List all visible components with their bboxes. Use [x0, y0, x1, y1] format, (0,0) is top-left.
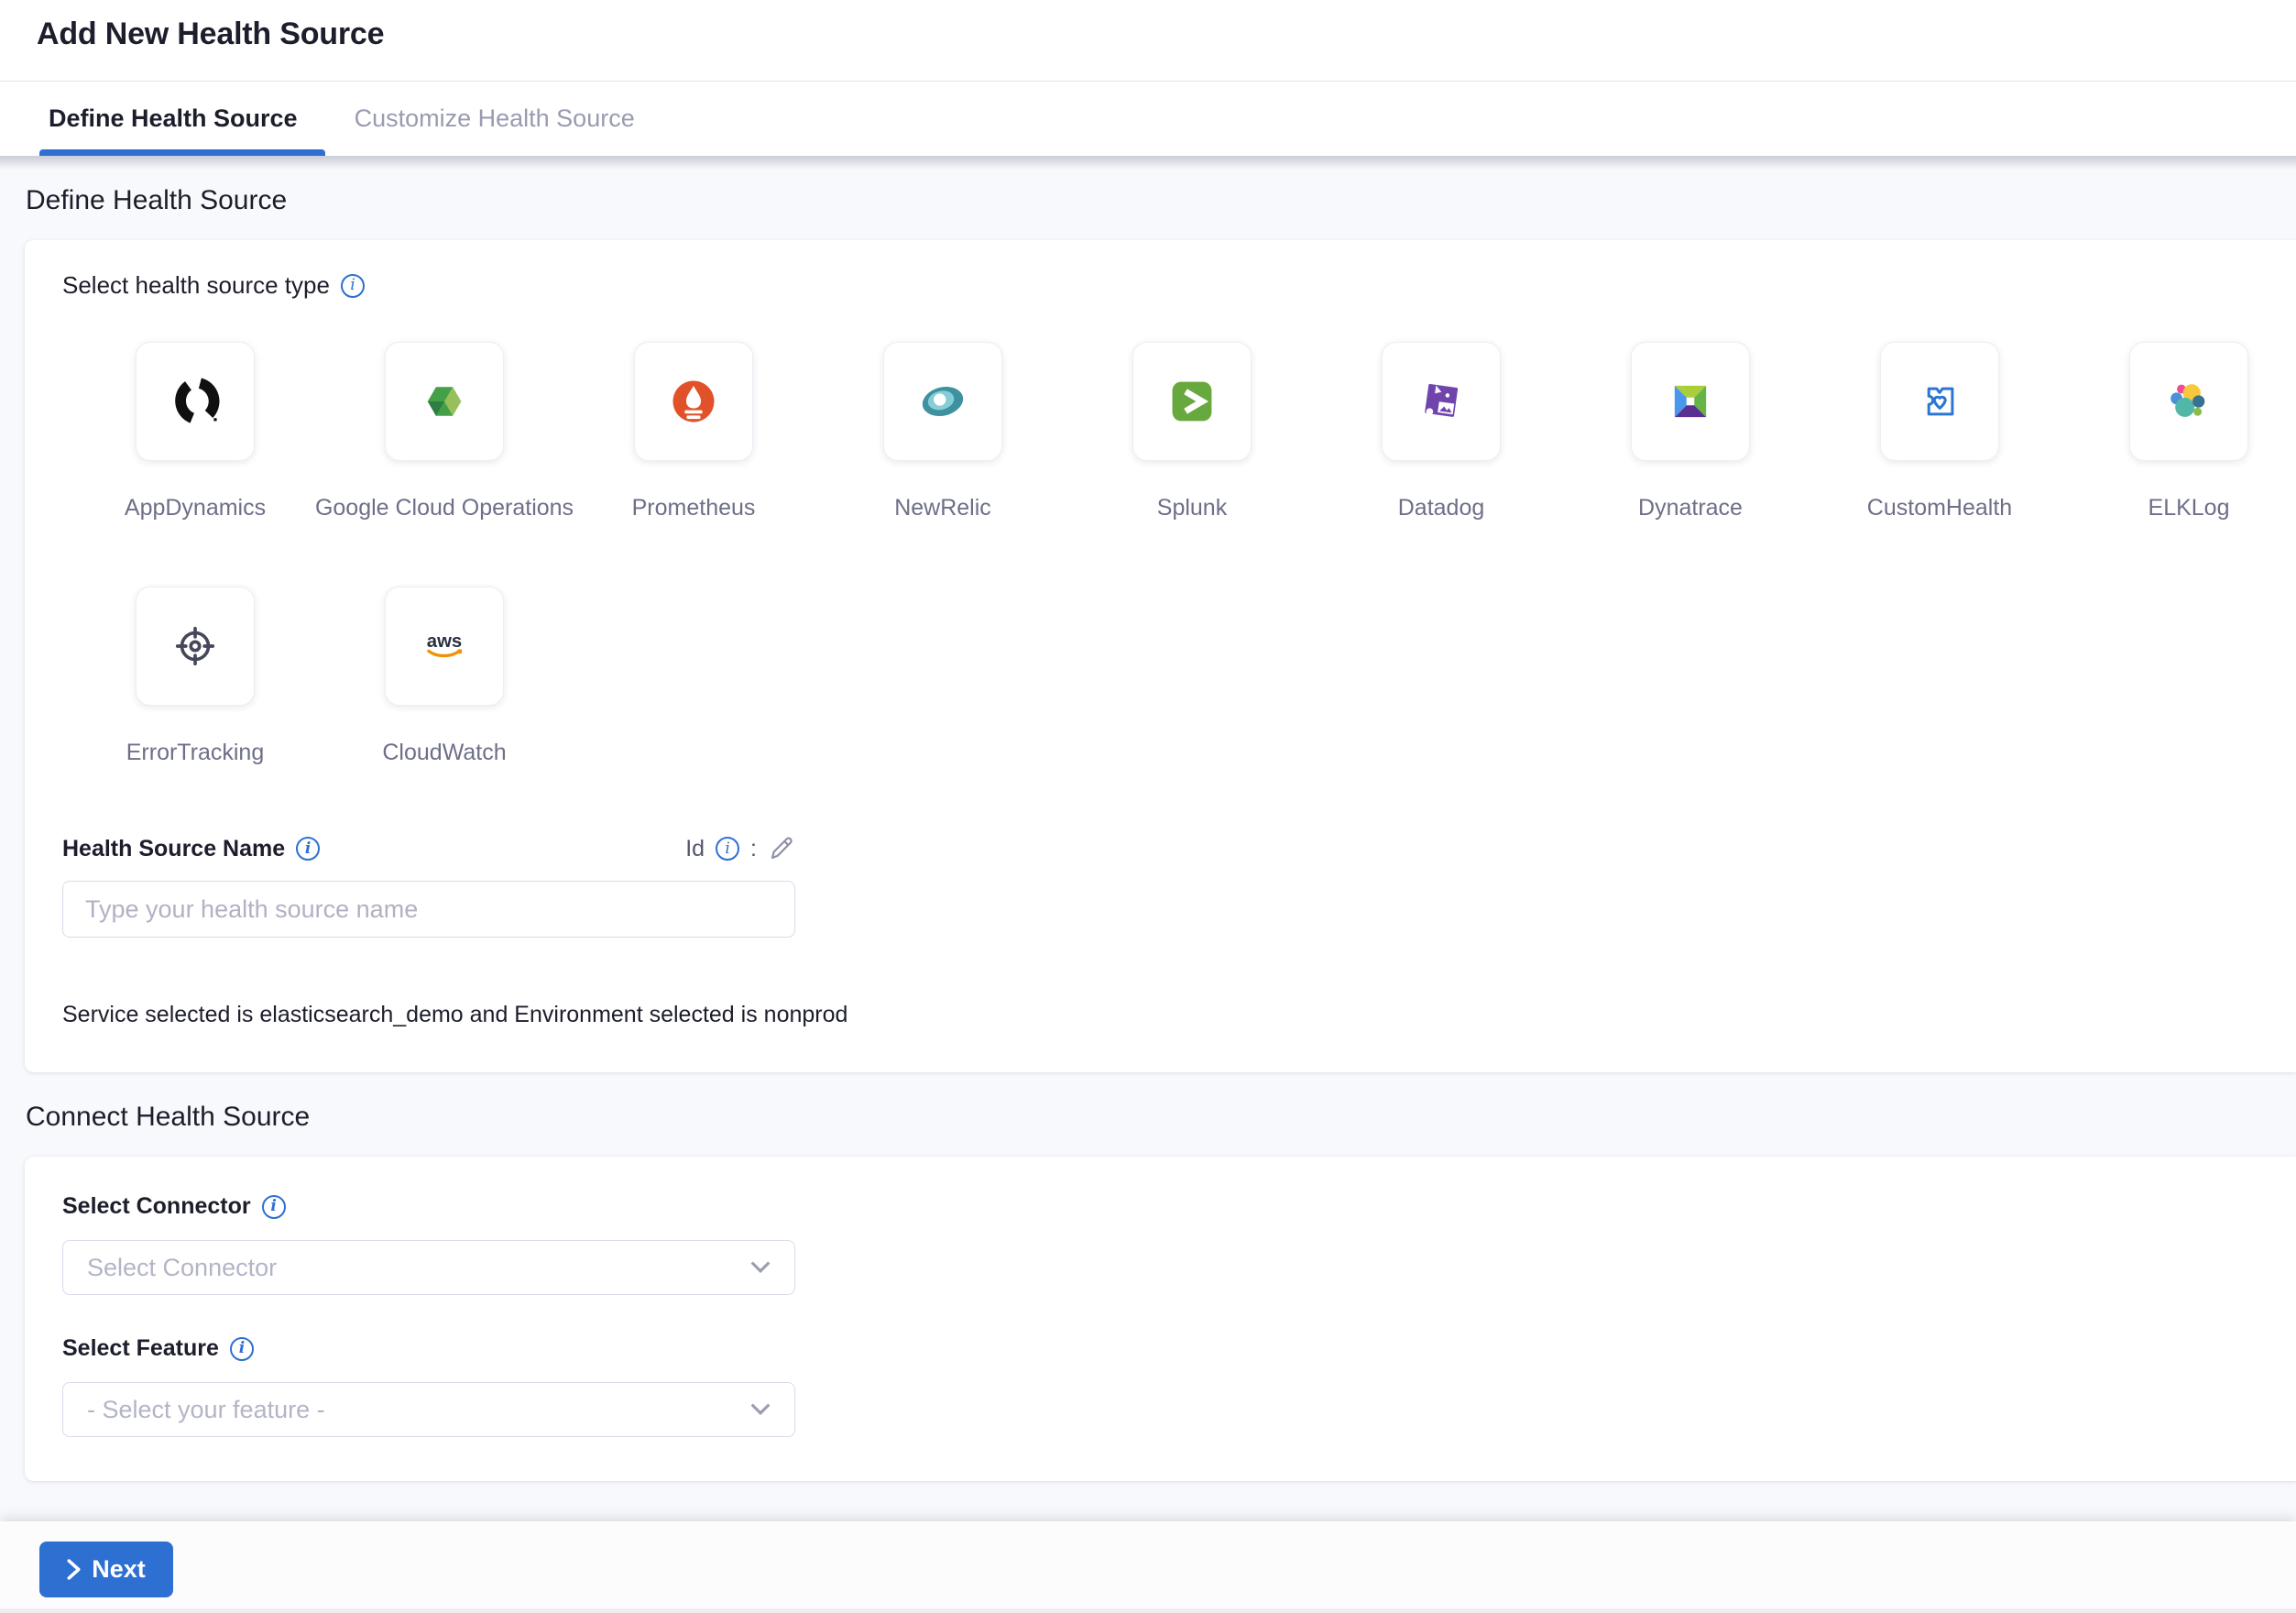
define-section-heading: Define Health Source: [26, 185, 2296, 216]
source-tile-label: AppDynamics: [125, 494, 266, 522]
cloudwatch-icon: [385, 587, 504, 706]
source-tile-label: Datadog: [1398, 494, 1485, 522]
health-source-name-row: Health Source Name i Id i :: [62, 835, 795, 862]
source-tile-label: Dynatrace: [1638, 494, 1743, 522]
source-tile-label: Google Cloud Operations: [315, 494, 574, 522]
id-separator: :: [750, 836, 757, 862]
appdynamics-icon: [136, 342, 255, 461]
connector-select[interactable]: Select Connector: [62, 1240, 795, 1295]
source-tile-label: ErrorTracking: [126, 739, 265, 767]
next-button-label: Next: [92, 1555, 146, 1584]
health-source-name-label-row: Health Source Name i: [62, 836, 320, 862]
connect-health-source-card: Select Connector i Select Connector Sele…: [25, 1157, 2296, 1481]
info-icon[interactable]: i: [716, 837, 739, 861]
source-tile-datadog[interactable]: Datadog: [1382, 342, 1501, 522]
content-area: Define Health Source Select health sourc…: [0, 156, 2296, 1521]
info-icon[interactable]: i: [262, 1195, 286, 1219]
define-health-source-card: Select health source type i AppDynamics G…: [25, 240, 2296, 1072]
google-cloud-operations-icon: [385, 342, 504, 461]
select-type-label-row: Select health source type i: [62, 271, 2259, 300]
errortracking-icon: [136, 587, 255, 706]
info-icon[interactable]: i: [230, 1337, 254, 1361]
feature-label: Select Feature: [62, 1335, 219, 1362]
source-tile-label: CloudWatch: [382, 739, 506, 767]
source-tile-splunk[interactable]: Splunk: [1132, 342, 1252, 522]
chevron-down-icon: [750, 1261, 771, 1274]
tab-define-health-source[interactable]: Define Health Source: [49, 104, 298, 133]
chevron-down-icon: [750, 1403, 771, 1416]
add-health-source-page: Add New Health Source Define Health Sour…: [0, 0, 2296, 1613]
source-tile-label: CustomHealth: [1867, 494, 2012, 522]
source-tile-errortracking[interactable]: ErrorTracking: [136, 587, 255, 767]
source-tile-customhealth[interactable]: CustomHealth: [1880, 342, 1999, 522]
active-tab-underline: [39, 149, 325, 156]
splunk-icon: [1132, 342, 1252, 461]
dynatrace-icon: [1631, 342, 1750, 461]
footer-bar: Next: [0, 1521, 2296, 1613]
source-tile-label: Prometheus: [632, 494, 756, 522]
source-tile-dynatrace[interactable]: Dynatrace: [1631, 342, 1750, 522]
connector-select-group: Select Connector i Select Connector: [62, 1193, 2259, 1295]
feature-label-row: Select Feature i: [62, 1335, 2259, 1362]
page-title: Add New Health Source: [37, 16, 384, 52]
chevron-right-icon: [67, 1559, 81, 1580]
id-label: Id: [685, 836, 705, 862]
edit-pencil-icon[interactable]: [768, 835, 795, 862]
health-source-name-label: Health Source Name: [62, 836, 285, 862]
info-icon[interactable]: i: [341, 274, 365, 298]
feature-select-placeholder: - Select your feature -: [87, 1396, 750, 1424]
service-environment-note: Service selected is elasticsearch_demo a…: [62, 1002, 2259, 1028]
source-tile-newrelic[interactable]: NewRelic: [883, 342, 1002, 522]
source-tile-label: ELKLog: [2148, 494, 2230, 522]
source-tile-google-cloud-operations[interactable]: Google Cloud Operations: [385, 342, 504, 522]
source-tile-prometheus[interactable]: Prometheus: [634, 342, 753, 522]
source-grid-row-2: ErrorTracking CloudWatch: [62, 587, 2259, 767]
datadog-icon: [1382, 342, 1501, 461]
info-icon[interactable]: i: [296, 837, 320, 861]
tab-bar: Define Health Source Customize Health So…: [0, 81, 2296, 156]
next-button[interactable]: Next: [39, 1542, 173, 1597]
source-tile-label: Splunk: [1157, 494, 1227, 522]
select-type-label: Select health source type: [62, 271, 330, 300]
health-source-name-input[interactable]: [62, 881, 795, 938]
source-tile-cloudwatch[interactable]: CloudWatch: [385, 587, 504, 767]
feature-select[interactable]: - Select your feature -: [62, 1382, 795, 1437]
customhealth-icon: [1880, 342, 1999, 461]
source-tile-appdynamics[interactable]: AppDynamics: [136, 342, 255, 522]
id-group: Id i :: [685, 835, 795, 862]
prometheus-icon: [634, 342, 753, 461]
source-tile-elklog[interactable]: ELKLog: [2129, 342, 2248, 522]
feature-select-group: Select Feature i - Select your feature -: [62, 1335, 2259, 1437]
connector-label: Select Connector: [62, 1193, 251, 1220]
source-tile-label: NewRelic: [894, 494, 991, 522]
elklog-icon: [2129, 342, 2248, 461]
tab-customize-health-source[interactable]: Customize Health Source: [355, 104, 635, 133]
connector-select-placeholder: Select Connector: [87, 1254, 750, 1282]
source-grid-row-1: AppDynamics Google Cloud Operations Promet…: [62, 342, 2259, 522]
page-header: Add New Health Source: [0, 0, 2296, 81]
connector-label-row: Select Connector i: [62, 1193, 2259, 1220]
connect-section-heading: Connect Health Source: [26, 1102, 2296, 1133]
newrelic-icon: [883, 342, 1002, 461]
